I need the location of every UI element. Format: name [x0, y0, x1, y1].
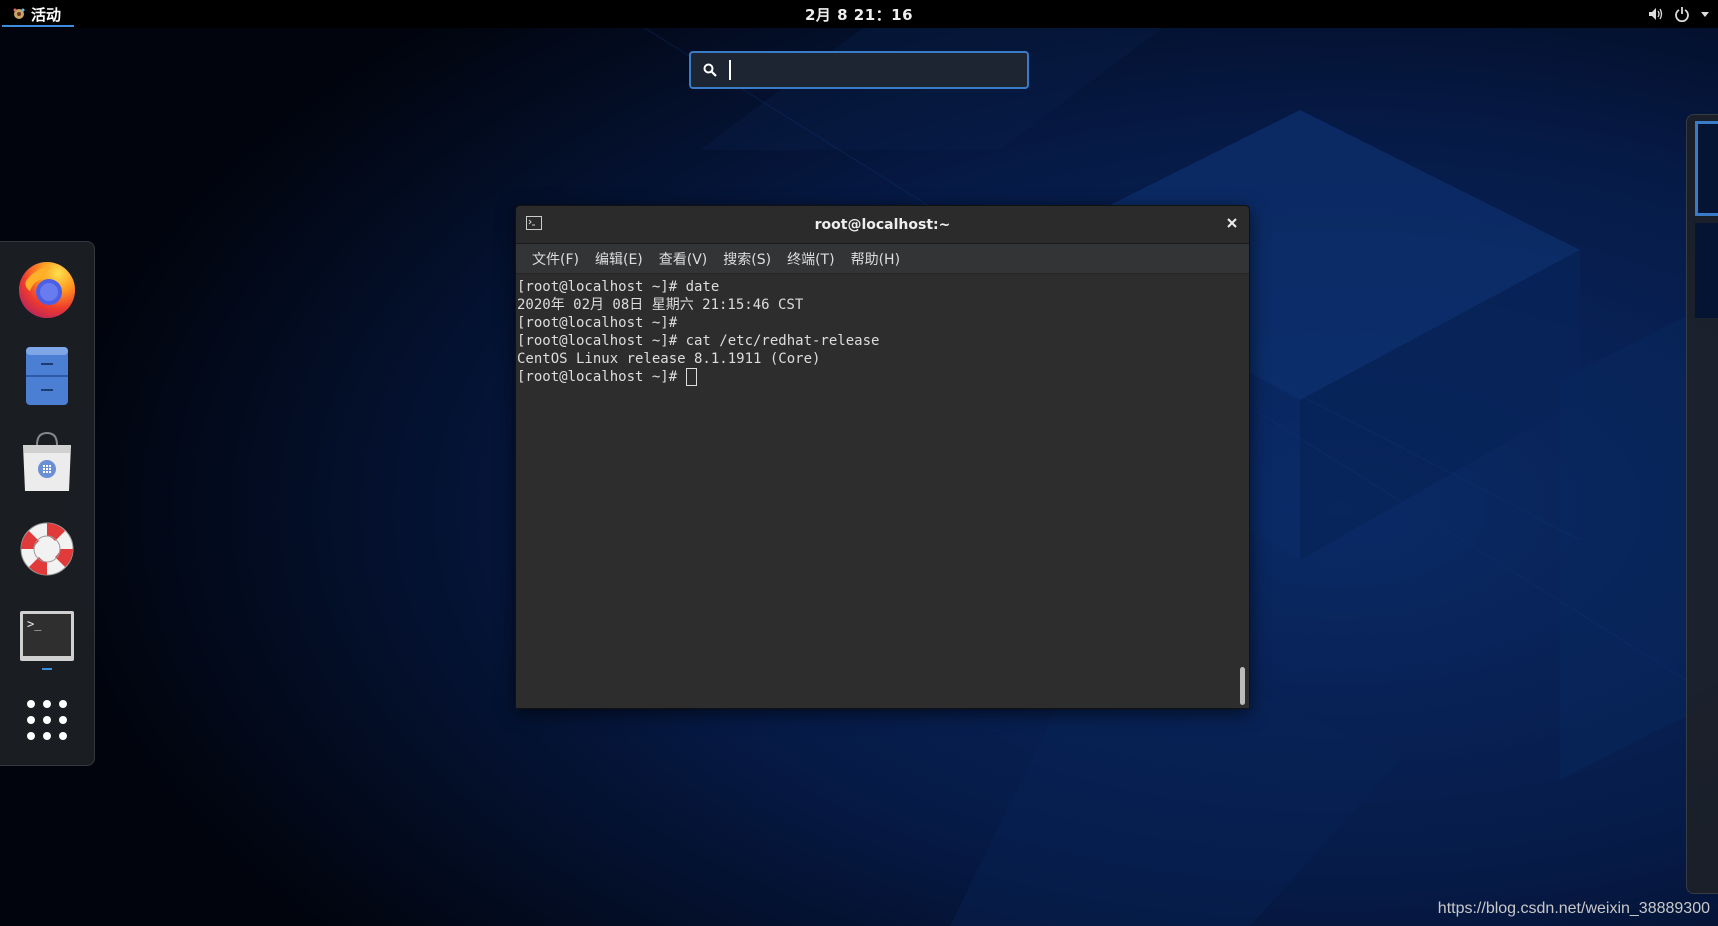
svg-text:>_: >_: [27, 617, 42, 631]
workspace-thumbnail-2[interactable]: [1695, 223, 1718, 318]
terminal-line: [root@localhost ~]# date: [517, 279, 720, 295]
file-cabinet-icon: [26, 347, 68, 405]
terminal-line: [root@localhost ~]# cat /etc/redhat-rele…: [517, 333, 880, 349]
terminal-titlebar[interactable]: root@localhost:~: [516, 206, 1249, 244]
lifebuoy-icon: [20, 522, 74, 576]
system-tray[interactable]: [1648, 0, 1710, 28]
dock-item-firefox[interactable]: [13, 256, 81, 324]
scrollbar-thumb[interactable]: [1240, 667, 1245, 705]
top-bar: 活动 2月 8 21：16: [0, 0, 1718, 28]
volume-icon[interactable]: [1648, 7, 1664, 21]
dock-item-help[interactable]: [13, 515, 81, 583]
shopping-bag-icon: [23, 431, 71, 491]
terminal-prompt: [root@localhost ~]#: [517, 369, 686, 385]
watermark-url: https://blog.csdn.net/weixin_38889300: [1437, 900, 1710, 917]
terminal-scrollbar[interactable]: [1237, 275, 1249, 708]
search-icon: [703, 63, 717, 77]
chevron-down-icon[interactable]: [1700, 10, 1710, 18]
menu-edit[interactable]: 编辑(E): [587, 249, 651, 269]
terminal-cursor: [685, 368, 697, 386]
terminal-icon: >_: [20, 611, 74, 661]
terminal-line: CentOS Linux release 8.1.1911 (Core): [517, 351, 821, 367]
activities-label: 活动: [31, 5, 62, 24]
menu-file[interactable]: 文件(F): [524, 249, 587, 269]
terminal-prompt-line: [root@localhost ~]#: [517, 368, 1248, 386]
power-icon[interactable]: [1674, 6, 1690, 22]
close-icon[interactable]: [1225, 216, 1239, 230]
running-indicator: [42, 668, 52, 670]
activities-icon: [13, 8, 25, 19]
search-field[interactable]: [689, 51, 1029, 89]
terminal-menubar: 文件(F) 编辑(E) 查看(V) 搜索(S) 终端(T) 帮助(H): [516, 244, 1249, 274]
show-applications-button[interactable]: [13, 686, 81, 754]
activities-button[interactable]: 活动: [0, 0, 75, 28]
search-input[interactable]: [741, 60, 1021, 80]
activities-underline: [2, 25, 74, 27]
app-grid-icon: [27, 700, 67, 740]
terminal-title: root@localhost:~: [814, 216, 951, 233]
menu-terminal[interactable]: 终端(T): [779, 249, 842, 269]
workspace-selector: [1686, 114, 1718, 894]
dock-item-software[interactable]: [13, 428, 81, 496]
menu-view[interactable]: 查看(V): [651, 249, 716, 269]
menu-search[interactable]: 搜索(S): [715, 249, 779, 269]
terminal-window-icon: [526, 216, 542, 230]
dock-item-terminal[interactable]: >_: [13, 602, 81, 670]
dock-item-files[interactable]: [13, 342, 81, 410]
text-caret: [729, 60, 731, 80]
terminal-window[interactable]: root@localhost:~ 文件(F) 编辑(E) 查看(V) 搜索(S)…: [515, 205, 1250, 709]
firefox-icon: [19, 262, 75, 318]
terminal-line: 2020年 02月 08日 星期六 21:15:46 CST: [517, 297, 804, 313]
dash: >_: [0, 241, 95, 766]
terminal-line: [root@localhost ~]#: [517, 315, 678, 331]
terminal-output[interactable]: [root@localhost ~]# date 2020年 02月 08日 星…: [516, 275, 1249, 708]
workspace-thumbnail-1[interactable]: [1695, 121, 1718, 216]
clock[interactable]: 2月 8 21：16: [759, 0, 959, 28]
menu-help[interactable]: 帮助(H): [843, 249, 908, 269]
